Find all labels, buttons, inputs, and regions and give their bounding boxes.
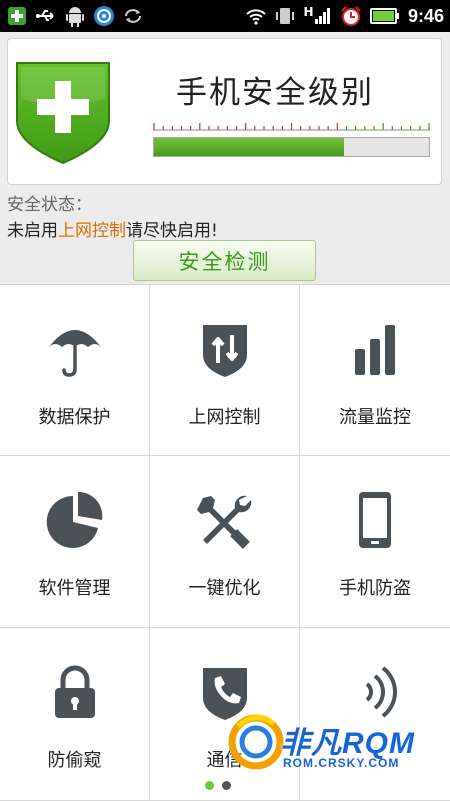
status-prefix: 未启用 (7, 221, 58, 241)
tile-traffic-monitor[interactable]: 流量监控 (300, 285, 450, 456)
tile-anti-peep[interactable]: 防偷窥 (0, 628, 150, 801)
tile-label: 数据保护 (38, 407, 111, 428)
lock-icon (45, 662, 105, 722)
security-level-card: 手机安全级别 (7, 38, 442, 185)
tile-label: 手机防盗 (339, 578, 411, 599)
browser-icon (93, 5, 115, 27)
shield-arrows-icon (195, 319, 255, 379)
umbrella-icon (45, 319, 105, 379)
vibrate-icon (274, 5, 296, 27)
tile-anti-theft[interactable]: 手机防盗 (300, 456, 450, 628)
status-bar: H 9:46 (0, 0, 450, 32)
security-check-button[interactable]: 安全检测 (133, 240, 316, 281)
security-level-title: 手机安全级别 (176, 75, 374, 111)
alarm-icon (340, 5, 362, 27)
clock: 9:46 (407, 5, 444, 26)
wifi-icon (245, 5, 267, 27)
tile-label: 防偷窥 (47, 750, 102, 771)
tools-icon (195, 490, 255, 550)
tile-data-protection[interactable]: 数据保护 (0, 285, 150, 456)
page-dot[interactable] (222, 781, 231, 790)
usb-icon (35, 5, 57, 27)
pie-chart-icon (45, 490, 105, 550)
tile-internet-control[interactable]: 上网控制 (150, 285, 300, 456)
android-icon (64, 5, 86, 27)
shield-plus-icon (16, 62, 110, 165)
tile-label: 上网控制 (188, 407, 261, 428)
tile-label: 软件管理 (38, 578, 111, 599)
network-type-label: H (303, 5, 314, 19)
status-label: 安全状态： (7, 195, 92, 215)
tile-one-click-optimize[interactable]: 一键优化 (150, 456, 300, 628)
security-level-bar (153, 137, 430, 157)
status-message: 未启用上网控制请尽快启用! (7, 216, 218, 241)
status-highlight-link[interactable]: 上网控制 (58, 221, 126, 241)
watermark-url: ROM.CRSKY.COM (283, 756, 400, 770)
signal-icon: H (303, 5, 333, 27)
battery-icon (369, 5, 401, 27)
add-icon (6, 5, 28, 27)
tile-label: 流量监控 (339, 407, 411, 428)
status-suffix: 请尽快启用! (126, 221, 218, 241)
level-ruler (153, 123, 430, 131)
tile-label: 一键优化 (188, 578, 261, 599)
security-level-fill (154, 138, 344, 156)
bar-chart-icon (345, 319, 405, 379)
phone-icon (345, 490, 405, 550)
page-dot-active[interactable] (205, 781, 214, 790)
tile-software-manager[interactable]: 软件管理 (0, 456, 150, 628)
sync-icon (122, 5, 144, 27)
page-indicator (205, 781, 231, 790)
